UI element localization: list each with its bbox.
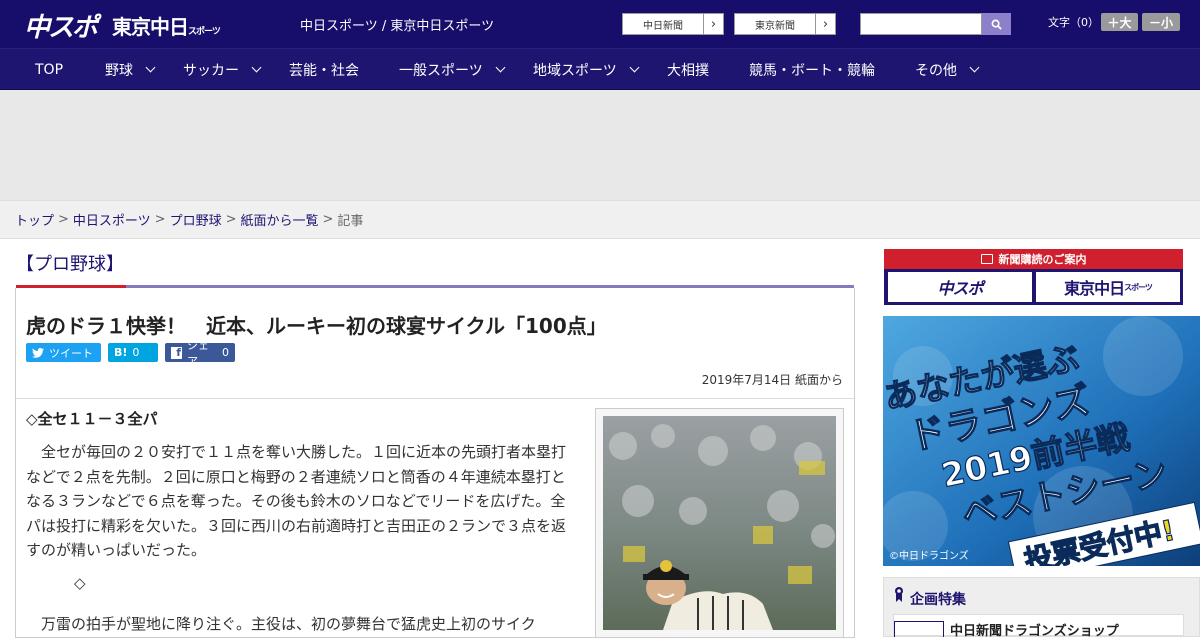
- nav-item-top[interactable]: TOP: [35, 49, 63, 91]
- facebook-share-label: シェア: [187, 338, 209, 368]
- subscription-title: 新聞購読のご案内: [998, 253, 1087, 266]
- breadcrumb-home[interactable]: トップ: [15, 210, 54, 229]
- logo-tokyo-small: スポーツ: [188, 27, 221, 37]
- article-body: 全セが毎回の２０安打で１１点を奪い大勝した。１回に近本の先頭打者本塁打などで２点…: [26, 440, 576, 573]
- tweet-button[interactable]: ツイート: [26, 343, 101, 362]
- font-size-label: 文字（0）: [1048, 16, 1099, 29]
- nav-item-label: サッカー: [183, 63, 239, 79]
- ad-area: [0, 90, 1200, 200]
- subscribe-chuspo-button[interactable]: 中スポ: [888, 272, 1032, 302]
- share-buttons: ツイート B! 0 f シェア 0: [26, 339, 235, 368]
- font-bigger-button[interactable]: ＋大: [1101, 13, 1138, 31]
- hatena-bookmark-button[interactable]: B! 0: [108, 343, 158, 362]
- subscription-title-bar: 新聞購読のご案内: [884, 249, 1183, 269]
- facebook-icon: f: [171, 346, 182, 359]
- breadcrumb-current: 記事: [337, 214, 364, 229]
- chunichi-shimbun-button[interactable]: 中日新聞 ›: [622, 13, 724, 35]
- nav-item-label: 野球: [105, 63, 133, 79]
- tokyo-shimbun-label: 東京新聞: [755, 20, 795, 32]
- article-paragraph: 万雷の拍手が聖地に降り注ぐ。主役は、初の夢舞台で猛虎史上初のサイク: [41, 615, 536, 633]
- hatena-count: 0: [132, 346, 140, 359]
- facebook-share-count: 0: [222, 346, 229, 359]
- chunichi-shimbun-label: 中日新聞: [643, 20, 683, 32]
- nav-item-local-sports[interactable]: 地域スポーツ: [533, 49, 640, 91]
- banner-credit: ©中日ドラゴンズ: [889, 549, 969, 562]
- tokyo-shimbun-button[interactable]: 東京新聞 ›: [734, 13, 836, 35]
- chevron-down-icon: [629, 62, 640, 73]
- subscription-box: 新聞購読のご案内 中スポ 東京中日 スポーツ: [884, 249, 1183, 305]
- font-smaller-button[interactable]: －小: [1142, 13, 1180, 31]
- chevron-down-icon: [969, 62, 980, 73]
- breadcrumb-print-list[interactable]: 紙面から一覧: [241, 210, 319, 229]
- nav-item-other[interactable]: その他: [915, 49, 980, 91]
- logo-tokyo-text: 東京中日: [112, 15, 189, 39]
- nav-item-label: TOP: [35, 62, 64, 78]
- nav-item-racing[interactable]: 競馬・ボート・競輪: [749, 49, 875, 91]
- top-header: 中スポ 東京中日スポーツ 中日スポーツ / 東京中日スポーツ 中日新聞 › 東京…: [0, 0, 1200, 48]
- twitter-icon: [32, 347, 44, 358]
- article-headline: 虎のドラ１快挙！ 近本、ルーキー初の球宴サイクル「100点」: [26, 314, 607, 338]
- facebook-share-button[interactable]: f シェア 0: [165, 339, 235, 368]
- score-line: ◇全セ１１－３全パ: [26, 410, 158, 428]
- hatena-icon: B!: [114, 346, 128, 359]
- nav-item-label: 地域スポーツ: [533, 63, 617, 79]
- subscribe-tokyo-label: 東京中日: [1064, 279, 1125, 298]
- chevron-right-icon: ›: [815, 14, 835, 34]
- breadcrumb: トップ > 中日スポーツ > プロ野球 > 紙面から一覧 > 記事: [0, 200, 1200, 239]
- main-nav: TOP 野球 サッカー 芸能・社会 一般スポーツ 地域スポーツ 大相撲 競馬・ボ…: [0, 48, 1200, 90]
- dragons-vote-banner[interactable]: あなたが選ぶ ドラゴンズ 2019前半戦 ベストシーン 投票受付中! ©中日ドラ…: [883, 316, 1200, 566]
- nav-item-label: 競馬・ボート・競輪: [749, 63, 875, 79]
- nav-item-sumo[interactable]: 大相撲: [667, 49, 709, 91]
- nav-item-general-sports[interactable]: 一般スポーツ: [399, 49, 506, 91]
- newspaper-icon: [980, 254, 993, 264]
- nav-item-label: 芸能・社会: [289, 63, 359, 79]
- site-links: 中日スポーツ / 東京中日スポーツ: [300, 15, 494, 34]
- search-button[interactable]: [982, 13, 1011, 35]
- breadcrumb-pro-baseball[interactable]: プロ野球: [170, 210, 222, 229]
- article-divider: [16, 398, 854, 399]
- tweet-label: ツイート: [49, 346, 93, 360]
- article-paragraph: 全セが毎回の２０安打で１１点を奪い大勝した。１回に近本の先頭打者本塁打などで２点…: [26, 443, 567, 559]
- nav-item-label: 大相撲: [667, 63, 709, 79]
- nav-item-soccer[interactable]: サッカー: [183, 49, 262, 91]
- search-input[interactable]: [860, 13, 982, 35]
- category-underline-accent: [16, 285, 126, 288]
- feature-title: 企画特集: [910, 592, 966, 608]
- logo-chuspo[interactable]: 中スポ: [24, 7, 98, 44]
- logo-tokyo-chunichi[interactable]: 東京中日スポーツ: [112, 11, 221, 40]
- subscribe-tokyo-chunichi-button[interactable]: 東京中日 スポーツ: [1036, 272, 1180, 302]
- nav-item-entertainment[interactable]: 芸能・社会: [289, 49, 359, 91]
- chevron-down-icon: [495, 62, 506, 73]
- site-link-tokyo[interactable]: 東京中日スポーツ: [390, 19, 494, 34]
- category-title: 【プロ野球】: [16, 254, 124, 275]
- site-link-chunichi[interactable]: 中日スポーツ: [300, 19, 378, 34]
- nav-item-label: 一般スポーツ: [399, 63, 483, 79]
- ribbon-icon: [894, 586, 904, 602]
- site-link-separator: /: [377, 19, 391, 34]
- article-photo[interactable]: [603, 416, 836, 630]
- breadcrumb-chunichi-sports[interactable]: 中日スポーツ: [73, 210, 151, 229]
- search-icon: [991, 19, 1002, 30]
- breadcrumb-separator: >: [322, 212, 334, 227]
- search-box: [860, 13, 1011, 35]
- category-underline: [16, 285, 854, 288]
- breadcrumb-separator: >: [225, 212, 237, 227]
- nav-item-baseball[interactable]: 野球: [105, 49, 156, 91]
- breadcrumb-separator: >: [154, 212, 166, 227]
- subscribe-tokyo-small: スポーツ: [1124, 282, 1153, 292]
- chevron-down-icon: [145, 62, 156, 73]
- shop-logo-icon: [894, 621, 944, 637]
- breadcrumb-separator: >: [58, 212, 69, 227]
- article-date: 2019年7月14日 紙面から: [701, 373, 843, 387]
- section-separator-mark: ◇: [74, 574, 86, 592]
- nav-item-label: その他: [915, 63, 957, 79]
- chevron-right-icon: ›: [703, 14, 723, 34]
- chevron-down-icon: [251, 62, 262, 73]
